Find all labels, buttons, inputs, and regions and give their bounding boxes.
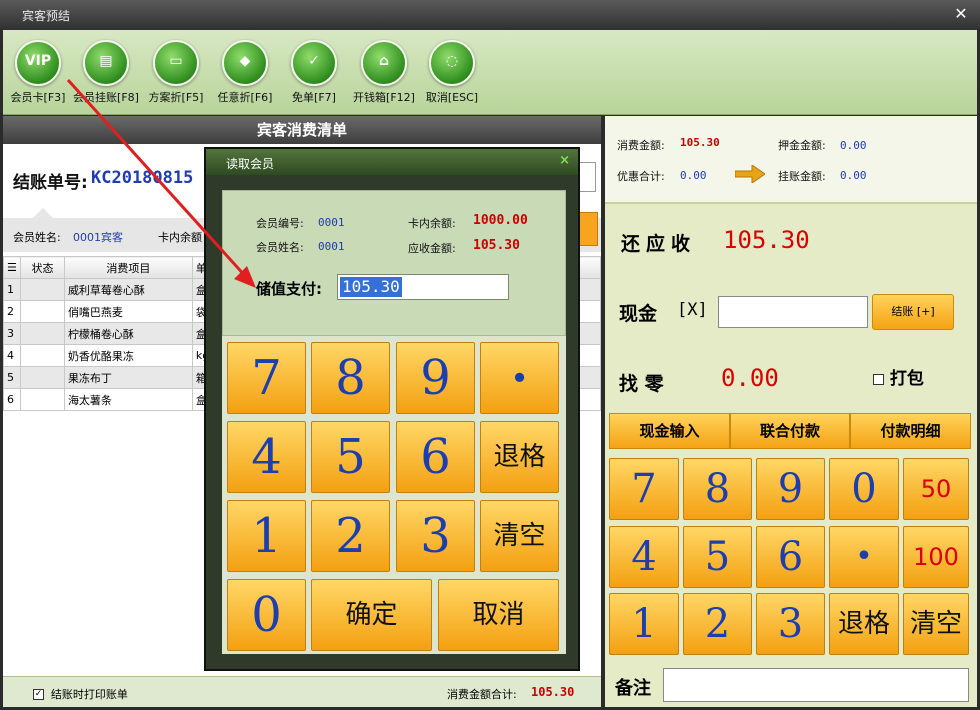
annotation-arrow [66,78,256,288]
